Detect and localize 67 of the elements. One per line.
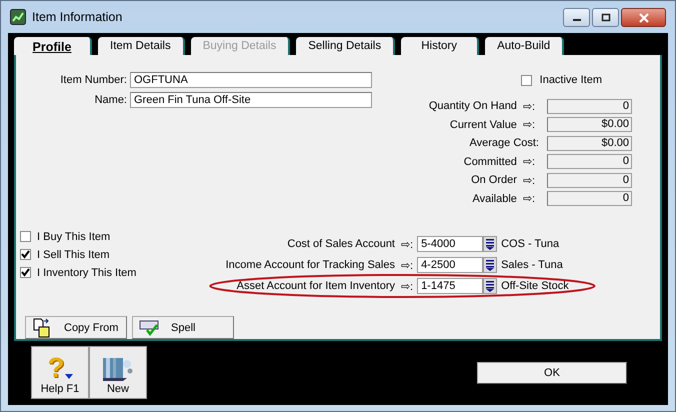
checkbox[interactable] — [520, 74, 532, 86]
zoom-arrow-link[interactable]: ⇨: — [401, 258, 414, 272]
window-title: Item Information — [32, 10, 122, 24]
stat-value: 0 — [547, 98, 632, 114]
zoom-arrow-link[interactable]: ⇨: — [522, 192, 535, 206]
new-button[interactable]: New — [89, 346, 147, 399]
checkbox[interactable] — [20, 249, 31, 260]
list-button[interactable] — [483, 278, 498, 294]
tab[interactable]: Selling Details — [296, 37, 396, 55]
zoom-arrow-link[interactable]: ⇨: — [522, 100, 535, 113]
account-label: Cost of Sales Account — [286, 238, 395, 250]
account-field[interactable]: 4-2500 — [417, 257, 484, 273]
zoom-arrow-link[interactable]: ⇨: — [522, 155, 535, 168]
checkbox-label: I Inventory This Item — [37, 266, 136, 278]
zoom-arrow-link[interactable]: ⇨: — [401, 280, 414, 292]
stat-value: $0.00 — [547, 136, 632, 151]
account-field[interactable]: 1-1475 — [417, 278, 484, 294]
help-button[interactable]: ? Help F1 — [31, 346, 89, 399]
new-item-icon — [101, 356, 135, 382]
field-label: Name: — [94, 94, 127, 106]
stat-value: $0.00 — [547, 117, 632, 132]
copy-icon — [32, 318, 52, 338]
stat-value: 0 — [547, 154, 632, 170]
maximize-icon — [600, 13, 610, 22]
zoom-arrow-link[interactable]: ⇨: — [522, 118, 535, 132]
list-icon — [486, 260, 494, 270]
tab[interactable]: History — [401, 37, 480, 55]
list-icon — [486, 280, 494, 292]
account-field[interactable]: 5-4000 — [417, 236, 484, 252]
name-field[interactable]: Green Fin Tuna Off-Site — [130, 92, 372, 108]
checkbox-label: I Buy This Item — [37, 230, 110, 242]
list-icon — [486, 238, 494, 250]
account-name: Off-Site Stock — [501, 280, 569, 292]
stat-label: Available — [472, 192, 517, 205]
field-label: Item Number: — [59, 74, 127, 86]
caret-icon — [64, 374, 73, 379]
stat-label: Current Value — [450, 118, 517, 131]
item-number-field[interactable]: OGFTUNA — [130, 72, 372, 88]
zoom-arrow-link[interactable]: ⇨: — [522, 174, 535, 187]
close-button[interactable] — [621, 8, 666, 27]
minimize-button[interactable] — [563, 8, 590, 27]
tab[interactable]: Item Details — [98, 37, 185, 55]
copy-from-button[interactable]: Copy From — [25, 316, 127, 339]
tab[interactable]: Profile — [14, 37, 92, 57]
checkbox[interactable] — [20, 231, 31, 242]
account-name: COS - Tuna — [501, 238, 560, 250]
chart-icon — [10, 9, 26, 25]
list-button[interactable] — [483, 236, 498, 252]
ok-button[interactable]: OK — [477, 362, 627, 384]
checkbox-label: I Sell This Item — [37, 248, 110, 260]
close-icon — [638, 12, 650, 22]
checkbox-label: Inactive Item — [540, 74, 602, 86]
checkbox[interactable] — [20, 267, 31, 278]
stat-value: 0 — [547, 172, 632, 188]
zoom-arrow-link[interactable]: ⇨: — [401, 238, 414, 250]
spell-button[interactable]: Spell — [132, 316, 234, 339]
stat-label: Average Cost: — [469, 137, 539, 150]
account-label: Asset Account for Item Inventory — [236, 280, 395, 292]
account-name: Sales - Tuna — [501, 259, 563, 271]
maximize-button[interactable] — [592, 8, 619, 27]
stat-value: 0 — [547, 191, 632, 206]
account-label: Income Account for Tracking Sales — [224, 259, 395, 271]
stat-label: Quantity On Hand — [428, 100, 517, 112]
tab[interactable]: Auto-Build — [485, 37, 564, 55]
stat-label: On Order — [471, 174, 517, 186]
stat-label: Committed — [464, 156, 517, 168]
list-button[interactable] — [483, 257, 498, 273]
